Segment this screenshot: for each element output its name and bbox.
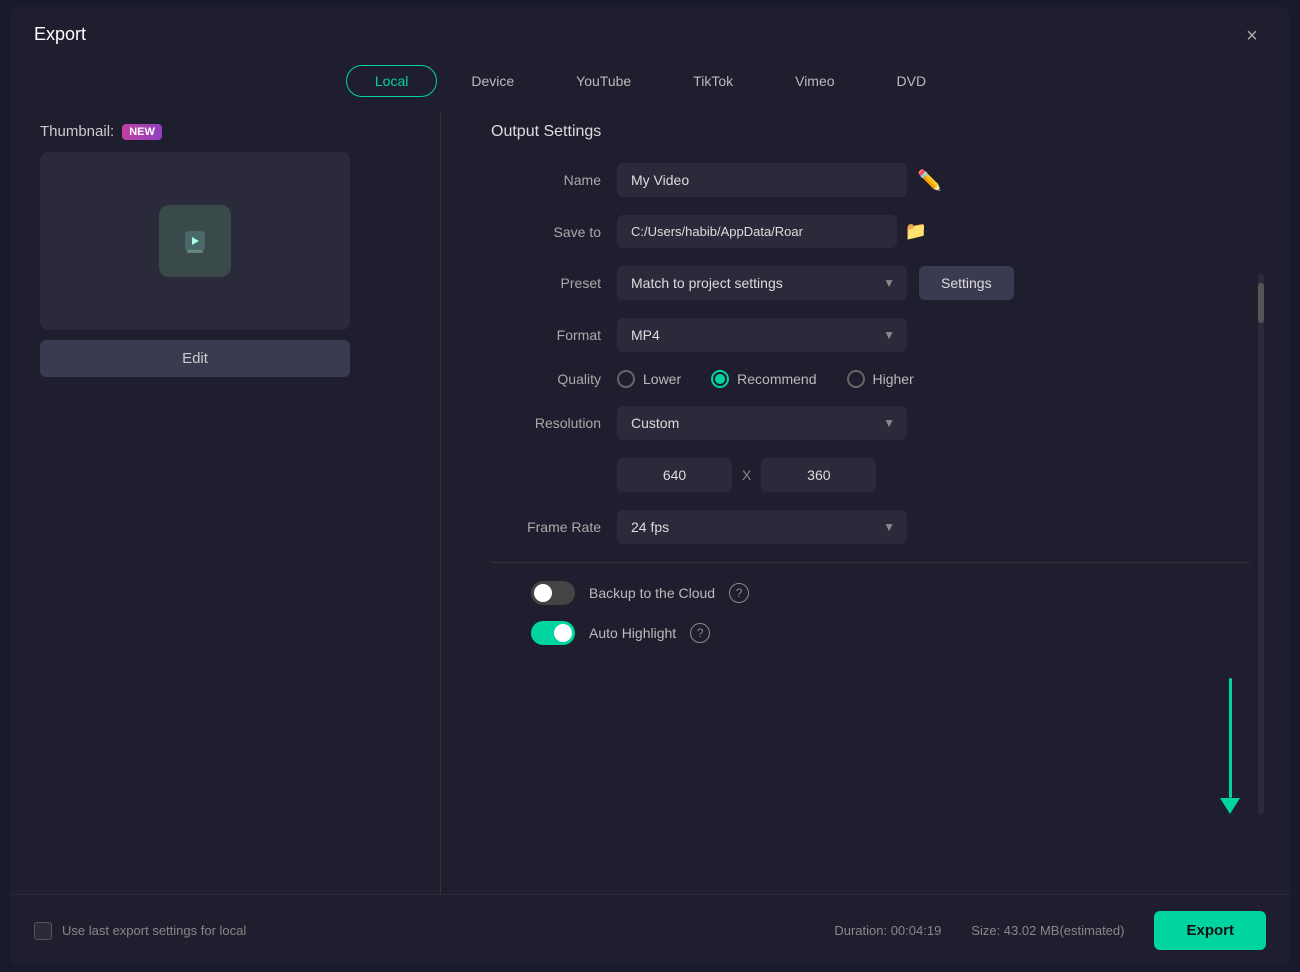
scrollbar[interactable] xyxy=(1258,273,1264,814)
tab-device[interactable]: Device xyxy=(443,65,542,97)
remember-label: Use last export settings for local xyxy=(62,923,246,938)
backup-help-icon[interactable]: ? xyxy=(729,583,749,603)
radio-lower-circle xyxy=(617,370,635,388)
format-select[interactable]: MP4 xyxy=(617,318,907,352)
new-badge: NEW xyxy=(122,124,162,140)
radio-higher-circle xyxy=(847,370,865,388)
thumbnail-label-row: Thumbnail: NEW xyxy=(40,123,400,140)
remember-checkbox[interactable] xyxy=(34,922,52,940)
quality-lower-label: Lower xyxy=(643,371,681,387)
quality-lower[interactable]: Lower xyxy=(617,370,681,388)
duration-info: Duration: 00:04:19 xyxy=(834,923,941,938)
arrow-head xyxy=(1220,798,1240,814)
size-info: Size: 43.02 MB(estimated) xyxy=(971,923,1124,938)
left-panel: Thumbnail: NEW Edit xyxy=(30,113,410,894)
resolution-size-row: X xyxy=(491,458,1250,492)
edit-button[interactable]: Edit xyxy=(40,340,350,377)
resolution-select[interactable]: Custom xyxy=(617,406,907,440)
resolution-height-input[interactable] xyxy=(761,458,876,492)
backup-label: Backup to the Cloud xyxy=(589,585,715,601)
output-settings-title: Output Settings xyxy=(491,123,1250,141)
auto-highlight-toggle[interactable] xyxy=(531,621,575,645)
tab-dvd[interactable]: DVD xyxy=(869,65,955,97)
quality-recommend[interactable]: Recommend xyxy=(711,370,816,388)
vertical-divider xyxy=(440,113,441,894)
save-to-row: Save to 📁 xyxy=(491,215,1250,248)
thumbnail-text: Thumbnail: xyxy=(40,123,114,140)
quality-row: Quality Lower Recommend Higher xyxy=(491,370,1250,388)
arrow-indicator xyxy=(1220,678,1240,814)
radio-recommend-circle xyxy=(711,370,729,388)
backup-toggle-knob xyxy=(534,584,552,602)
backup-row: Backup to the Cloud ? xyxy=(491,581,1250,605)
title-bar: Export × xyxy=(10,6,1290,55)
tab-local[interactable]: Local xyxy=(346,65,437,97)
framerate-label: Frame Rate xyxy=(491,519,601,535)
resolution-inputs: X xyxy=(617,458,876,492)
resolution-x-separator: X xyxy=(742,467,751,483)
radio-recommend-dot xyxy=(715,374,725,384)
tab-youtube[interactable]: YouTube xyxy=(548,65,659,97)
thumbnail-box xyxy=(40,152,350,330)
bottom-bar: Use last export settings for local Durat… xyxy=(10,894,1290,966)
quality-recommend-label: Recommend xyxy=(737,371,816,387)
path-row: 📁 xyxy=(617,215,927,248)
resolution-select-wrap: Custom ▼ xyxy=(617,406,907,440)
resolution-label: Resolution xyxy=(491,415,601,431)
backup-toggle[interactable] xyxy=(531,581,575,605)
quality-higher-label: Higher xyxy=(873,371,914,387)
quality-label: Quality xyxy=(491,371,601,387)
meta-info: Duration: 00:04:19 Size: 43.02 MB(estima… xyxy=(834,923,1124,938)
preset-label: Preset xyxy=(491,275,601,291)
format-row: Format MP4 ▼ xyxy=(491,318,1250,352)
format-select-wrap: MP4 ▼ xyxy=(617,318,907,352)
quality-options: Lower Recommend Higher xyxy=(617,370,1250,388)
preset-row: Preset Match to project settings ▼ Setti… xyxy=(491,266,1250,300)
section-divider xyxy=(491,562,1250,563)
auto-highlight-label: Auto Highlight xyxy=(589,625,676,641)
framerate-select-wrap: 24 fps ▼ xyxy=(617,510,907,544)
name-label: Name xyxy=(491,172,601,188)
close-button[interactable]: × xyxy=(1238,22,1266,50)
name-row: Name ✏️ xyxy=(491,163,1250,197)
export-button[interactable]: Export xyxy=(1154,911,1266,950)
tab-tiktok[interactable]: TikTok xyxy=(665,65,761,97)
framerate-row: Frame Rate 24 fps ▼ xyxy=(491,510,1250,544)
quality-higher[interactable]: Higher xyxy=(847,370,914,388)
resolution-width-input[interactable] xyxy=(617,458,732,492)
dialog-title: Export xyxy=(34,24,86,45)
settings-button[interactable]: Settings xyxy=(919,266,1014,300)
resolution-row: Resolution Custom ▼ xyxy=(491,406,1250,440)
name-input[interactable] xyxy=(617,163,907,197)
folder-icon[interactable]: 📁 xyxy=(905,221,927,242)
thumbnail-icon xyxy=(159,205,231,277)
tab-vimeo[interactable]: Vimeo xyxy=(767,65,862,97)
arrow-line xyxy=(1229,678,1232,798)
right-panel: Output Settings Name ✏️ Save to 📁 Preset xyxy=(471,113,1270,894)
scrollbar-thumb[interactable] xyxy=(1258,283,1264,323)
export-dialog: Export × Local Device YouTube TikTok Vim… xyxy=(10,6,1290,966)
save-to-input[interactable] xyxy=(617,215,897,248)
auto-highlight-row: Auto Highlight ? xyxy=(491,621,1250,645)
content-area: Thumbnail: NEW Edit Output Settings xyxy=(10,113,1290,894)
save-to-label: Save to xyxy=(491,224,601,240)
auto-highlight-help-icon[interactable]: ? xyxy=(690,623,710,643)
format-label: Format xyxy=(491,327,601,343)
ai-icon[interactable]: ✏️ xyxy=(917,168,942,193)
framerate-select[interactable]: 24 fps xyxy=(617,510,907,544)
tabs-bar: Local Device YouTube TikTok Vimeo DVD xyxy=(10,55,1290,113)
auto-highlight-toggle-knob xyxy=(554,624,572,642)
preset-select[interactable]: Match to project settings xyxy=(617,266,907,300)
preset-select-wrap: Match to project settings ▼ xyxy=(617,266,907,300)
